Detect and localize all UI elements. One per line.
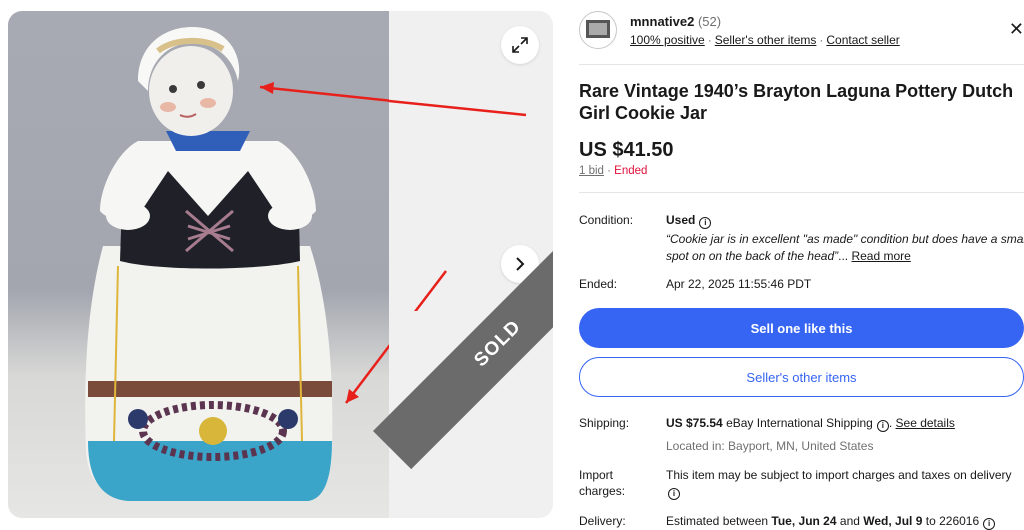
seller-feedback-count: (52): [697, 14, 722, 29]
shipping-value: US $75.54 eBay International Shipping i. …: [666, 416, 955, 432]
condition-quote-line2: spot on on the back of the head”... Read…: [666, 249, 911, 263]
sold-label: SOLD: [470, 316, 526, 372]
shipping-label: Shipping:: [579, 416, 630, 430]
image-gallery[interactable]: SOLD: [8, 11, 553, 518]
ended-label: Ended:: [579, 277, 618, 291]
info-icon[interactable]: i: [983, 518, 996, 530]
chevron-right-icon: [516, 257, 525, 271]
seller-other-items-link[interactable]: Seller's other items: [715, 33, 817, 47]
ended-value: Apr 22, 2025 11:55:46 PDT: [666, 277, 812, 291]
seller-name[interactable]: mnnative2 (52): [630, 14, 721, 29]
store-photo-icon: [586, 20, 610, 38]
shipping-cost: US $75.54: [666, 416, 723, 430]
delivery-label: Delivery:: [579, 514, 626, 528]
condition-text: Used: [666, 213, 696, 227]
seller-avatar[interactable]: [579, 11, 617, 49]
close-icon[interactable]: ✕: [1009, 19, 1024, 40]
see-details-link[interactable]: See details: [896, 416, 955, 430]
condition-quote-line1: “Cookie jar is in excellent "as made" co…: [666, 232, 1024, 246]
listing-price: US $41.50: [579, 139, 674, 161]
import-text: This item may be subject to import charg…: [666, 468, 1012, 482]
delivery-value: Estimated between Tue, Jun 24 and Wed, J…: [666, 513, 1024, 530]
import-label-line2: charges:: [579, 484, 626, 498]
import-label-line1: Import: [579, 468, 614, 482]
separator-dot: ·: [707, 33, 712, 47]
listing-title: Rare Vintage 1940’s Brayton Laguna Potte…: [579, 81, 1014, 123]
delivery-start-date: Tue, Jun 24: [771, 514, 837, 528]
delivery-and: and: [839, 514, 860, 528]
delivery-zip: to 226016: [925, 514, 980, 528]
condition-label: Condition:: [579, 213, 634, 227]
shipping-method: eBay International Shipping: [726, 416, 873, 430]
delivery-end-date: Wed, Jul 9: [863, 514, 923, 528]
delivery-prefix: Estimated between: [666, 514, 769, 528]
product-photo[interactable]: [8, 11, 527, 518]
divider: [579, 192, 1024, 193]
bid-count-link[interactable]: 1 bid: [579, 165, 604, 177]
info-icon[interactable]: i: [699, 217, 712, 229]
separator-dot: ·: [819, 33, 824, 47]
seller-links: 100% positive · Seller's other items · Conta…: [630, 33, 900, 47]
divider: [579, 64, 1024, 65]
read-more-link[interactable]: Read more: [851, 249, 910, 263]
auction-status: Ended: [614, 165, 648, 177]
expand-button[interactable]: [501, 26, 539, 64]
sell-one-like-this-button[interactable]: Sell one like this: [579, 308, 1024, 348]
seller-positive-link[interactable]: 100% positive: [630, 33, 705, 47]
bid-status-line: 1 bid · Ended: [579, 165, 648, 177]
contact-seller-link[interactable]: Contact seller: [826, 33, 899, 47]
info-icon[interactable]: i: [876, 420, 889, 432]
seller-username[interactable]: mnnative2: [630, 14, 694, 29]
import-info: i: [666, 483, 1024, 500]
expand-arrows-icon: [512, 37, 528, 53]
dutch-girl-cookie-jar-image: [85, 26, 527, 501]
seller-other-items-button[interactable]: Seller's other items: [579, 357, 1024, 397]
condition-quote-end: spot on on the back of the head”: [666, 249, 839, 263]
item-location: Located in: Bayport, MN, United States: [666, 439, 874, 453]
condition-value: Used i: [666, 212, 1024, 229]
seller-card: mnnative2 (52) 100% positive · Seller's ot…: [579, 11, 1024, 56]
info-icon[interactable]: i: [668, 488, 680, 500]
